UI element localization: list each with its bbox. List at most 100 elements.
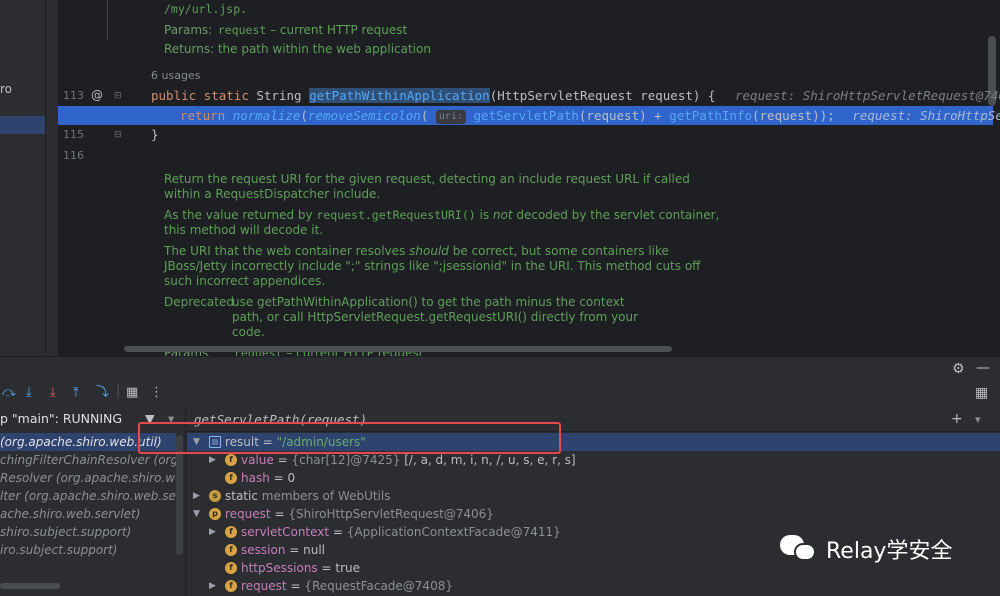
watermark: Relay学安全 bbox=[780, 534, 952, 564]
doc-text: is bbox=[475, 208, 493, 222]
field-icon: f bbox=[225, 526, 237, 538]
variable-name: hash bbox=[241, 471, 270, 485]
keyword: return bbox=[180, 108, 226, 123]
inline-debug-hint: request: ShiroHttpServletRequest@7406 bbox=[735, 88, 1000, 103]
gutter-divider bbox=[107, 0, 108, 40]
frame-item[interactable]: ache.shiro.web.servlet) bbox=[0, 505, 176, 523]
variable-name: static bbox=[225, 489, 258, 503]
doc-deprecated: Deprecated use getPathWithinApplication(… bbox=[164, 295, 724, 340]
run-to-cursor-icon[interactable]: ⤵ bbox=[96, 385, 109, 401]
closing-brace: } bbox=[151, 127, 159, 142]
code-fragment: (request)); bbox=[752, 108, 835, 123]
doc-paragraph-2: As the value returned by request.getRequ… bbox=[164, 208, 724, 238]
param-hint-chip: uri: bbox=[435, 110, 466, 124]
code-line-115[interactable]: } bbox=[151, 125, 1000, 144]
variable-name: value bbox=[241, 453, 274, 467]
expand-arrow-icon[interactable]: ▼ bbox=[193, 505, 200, 523]
doc-paragraph-1: Return the request URI for the given req… bbox=[164, 172, 690, 201]
project-panel-strip: ro bbox=[0, 0, 46, 356]
fold-icon[interactable]: ⊟ bbox=[114, 130, 122, 140]
doc-deprecated-text: use getPathWithinApplication() to get th… bbox=[232, 295, 639, 339]
code-line-114[interactable]: return normalize(removeSemicolon( uri: g… bbox=[180, 106, 1000, 125]
doc-code: request.getRequestURI() bbox=[316, 208, 476, 222]
variable-row-request-facade[interactable]: ▶ f request = {RequestFacade@7408} bbox=[187, 577, 1000, 595]
javadoc-block-2: Return the request URI for the given req… bbox=[164, 172, 724, 356]
equals: = bbox=[286, 579, 305, 593]
variable-row-hash[interactable]: f hash = 0 bbox=[187, 469, 1000, 487]
doc-params: Params: request – current HTTP request bbox=[164, 23, 730, 38]
line-number-113: 113 bbox=[63, 89, 84, 102]
watermark-text: Relay学安全 bbox=[826, 539, 953, 564]
override-marker-icon[interactable]: @ bbox=[91, 88, 103, 102]
frames-horizontal-scrollbar[interactable] bbox=[0, 583, 60, 589]
method-params: (HttpServletRequest request) { bbox=[489, 88, 716, 103]
variable-type: {ApplicationContextFacade@7411} bbox=[346, 525, 561, 539]
doc-returns-label: Returns: bbox=[164, 42, 215, 56]
frame-item[interactable]: Resolver (org.apache.shiro.web. bbox=[0, 469, 176, 487]
call-normalize: normalize bbox=[232, 108, 301, 123]
method-name: getPathWithinApplication bbox=[309, 88, 490, 103]
keyword: public bbox=[151, 88, 197, 103]
step-into-icon[interactable]: ⤓ bbox=[26, 385, 32, 401]
javadoc-block-1: /my/url.jsp. Params: request – current H… bbox=[164, 2, 730, 57]
fold-icon[interactable]: ⊟ bbox=[114, 91, 122, 101]
gear-icon[interactable]: ⚙ bbox=[952, 361, 965, 377]
project-selected-row[interactable] bbox=[0, 116, 45, 134]
keyword: static bbox=[203, 88, 249, 103]
step-over-icon[interactable]: ⤼ bbox=[2, 385, 16, 401]
doc-paragraph-3: The URI that the web container resolves … bbox=[164, 244, 724, 289]
variable-name: request bbox=[225, 507, 271, 521]
doc-line: /my/url.jsp. bbox=[164, 2, 248, 16]
step-out-icon[interactable]: ⤒ bbox=[73, 385, 79, 401]
code-editor[interactable]: 113 @ ⊟ 114 115 ⊟ 116 /my/url.jsp. Param… bbox=[58, 0, 1000, 356]
frame-item[interactable]: shiro.subject.support) bbox=[0, 523, 176, 541]
frame-item[interactable]: iro.subject.support) bbox=[0, 541, 176, 559]
call-get-path-info: getPathInfo bbox=[669, 108, 752, 123]
equals: = bbox=[329, 525, 347, 539]
doc-returns: Returns: the path within the web applica… bbox=[164, 42, 730, 57]
force-step-into-icon[interactable]: ⤓ bbox=[50, 385, 56, 401]
doc-params-label: Params: bbox=[164, 23, 213, 37]
variable-value: null bbox=[303, 543, 325, 557]
static-members-icon: s bbox=[209, 490, 221, 502]
dropdown-icon[interactable]: ▾ bbox=[975, 407, 981, 432]
code-line-113[interactable]: public static String getPathWithinApplic… bbox=[151, 86, 1000, 105]
expand-arrow-icon[interactable]: ▶ bbox=[209, 523, 216, 541]
equals: = bbox=[270, 507, 289, 521]
variable-desc: members of WebUtils bbox=[257, 489, 391, 503]
line-number-115: 115 bbox=[63, 128, 84, 141]
variable-name: httpSessions bbox=[241, 561, 318, 575]
variable-row-request[interactable]: ▼ p request = {ShiroHttpServletRequest@7… bbox=[187, 505, 1000, 523]
debugger-toolbar: ⤼ ⤓ ⤓ ⤒ ⤵ | ▦ ⋮ bbox=[0, 383, 200, 405]
editor-gutter: 113 @ ⊟ 114 115 ⊟ 116 bbox=[58, 0, 122, 356]
frame-item[interactable]: lter (org.apache.shiro.web.serv bbox=[0, 487, 176, 505]
variable-name: servletContext bbox=[241, 525, 330, 539]
variable-type: {char[12]@7425} bbox=[291, 453, 405, 467]
expand-arrow-icon[interactable]: ▶ bbox=[209, 577, 216, 595]
equals: = bbox=[285, 543, 304, 557]
variable-row-static[interactable]: ▶ s static members of WebUtils bbox=[187, 487, 1000, 505]
field-icon: f bbox=[225, 562, 237, 574]
editor-horizontal-scrollbar[interactable] bbox=[124, 346, 672, 352]
more-icon[interactable]: ⋮ bbox=[150, 385, 163, 401]
equals: = bbox=[269, 471, 288, 485]
doc-returns-desc: the path within the web application bbox=[214, 42, 431, 56]
doc-deprecated-label: Deprecated bbox=[164, 295, 234, 309]
wechat-logo-icon bbox=[780, 535, 818, 563]
field-icon: f bbox=[225, 472, 237, 484]
doc-text: As the value returned by bbox=[164, 208, 317, 222]
doc-params-desc: – current HTTP request bbox=[266, 23, 408, 37]
field-icon: f bbox=[225, 580, 237, 592]
call-get-servlet-path: getServletPath bbox=[473, 108, 579, 123]
layout-icon[interactable]: ▦ bbox=[975, 385, 988, 401]
parameter-icon: p bbox=[209, 508, 221, 520]
expand-arrow-icon[interactable]: ▶ bbox=[193, 487, 200, 505]
evaluate-expression-icon[interactable]: ▦ bbox=[126, 385, 138, 401]
equals: = bbox=[317, 561, 336, 575]
variable-value: 0 bbox=[287, 471, 296, 485]
project-item-partial[interactable]: ro bbox=[0, 82, 12, 96]
add-watch-icon[interactable]: + bbox=[951, 407, 963, 432]
thread-label: p "main": RUNNING bbox=[0, 411, 123, 426]
minimize-icon[interactable]: — bbox=[976, 360, 990, 376]
usages-link[interactable]: 6 usages bbox=[151, 69, 200, 82]
